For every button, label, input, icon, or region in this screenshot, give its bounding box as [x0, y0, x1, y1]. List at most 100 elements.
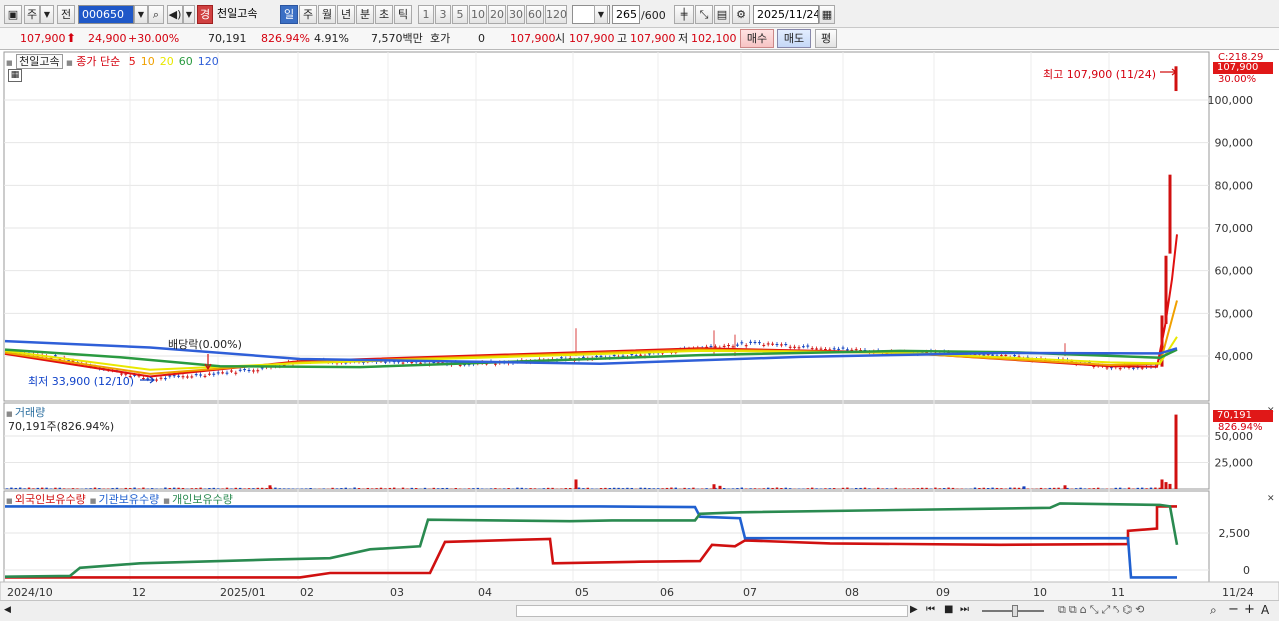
volume-bar	[991, 487, 994, 489]
volume-bar	[252, 488, 255, 489]
volume-bar	[41, 487, 44, 489]
sell-button[interactable]: 매도	[777, 29, 811, 48]
volume-bar	[868, 488, 871, 489]
chart-area[interactable]: ✕✕100,00090,00080,00070,00060,00050,0004…	[0, 51, 1279, 601]
period-2-button[interactable]: 월	[318, 5, 336, 24]
legend-ma-20[interactable]: 20	[160, 55, 174, 68]
volume-bar	[938, 488, 941, 489]
interval-5-button[interactable]: 5	[452, 5, 468, 24]
chart-canvas[interactable]: ✕✕100,00090,00080,00070,00060,00050,0004…	[0, 51, 1279, 601]
volume-bar	[371, 488, 374, 489]
market-type-select[interactable]: 주	[24, 5, 40, 24]
candle-body	[256, 370, 260, 372]
interval-3-button[interactable]: 3	[435, 5, 451, 24]
scrollbar-thumb[interactable]	[516, 605, 908, 617]
holding-legend-0[interactable]: 외국인보유수량	[15, 493, 86, 506]
fast-forward-icon[interactable]: ⏭	[960, 604, 969, 615]
volume-bar	[841, 487, 845, 489]
period-5-button[interactable]: 초	[375, 5, 393, 24]
volume-bar	[268, 485, 272, 489]
volume-bar	[533, 488, 537, 489]
legend-ma-10[interactable]: 10	[141, 55, 155, 68]
interval-10-button[interactable]: 10	[469, 5, 487, 24]
period-3-button[interactable]: 년	[337, 5, 355, 24]
candle-body	[1132, 367, 1135, 369]
prev-button[interactable]: 전	[57, 5, 75, 24]
holding-legend-2[interactable]: 개인보유수량	[172, 493, 233, 506]
interval-30-button[interactable]: 30	[507, 5, 525, 24]
candle-body	[1000, 355, 1003, 357]
candle-body	[155, 379, 158, 381]
average-button[interactable]: 평	[815, 29, 837, 48]
candle-body	[159, 377, 163, 379]
play-icon[interactable]: ▶	[910, 604, 918, 615]
candle-body	[599, 355, 603, 357]
volume-tick-label: 25,000	[1215, 457, 1254, 470]
x-tick-label: 2025/01	[220, 586, 266, 599]
volume-bar	[564, 488, 567, 489]
buy-button[interactable]: 매수	[740, 29, 774, 48]
candle-body	[225, 372, 229, 374]
volume-bar	[1160, 479, 1164, 489]
chevron-down-icon[interactable]: ▼	[134, 5, 148, 24]
price-tick-label: 40,000	[1215, 350, 1254, 363]
zoom-slider-handle[interactable]	[1012, 605, 1018, 617]
zoom-out-icon[interactable]: −	[1228, 602, 1239, 617]
volume-bar	[19, 487, 22, 489]
volume-bar	[833, 488, 836, 489]
period-1-button[interactable]: 주	[299, 5, 317, 24]
volume-bar	[472, 488, 475, 489]
x-tick-label: 04	[478, 586, 492, 599]
save-icon[interactable]: ▤	[714, 5, 730, 24]
interval-1-button[interactable]: 1	[418, 5, 434, 24]
candle-body	[819, 348, 823, 350]
chevron-down-icon[interactable]: ▼	[40, 5, 54, 24]
legend-ma-5[interactable]: 5	[129, 55, 136, 68]
zoom-in-icon[interactable]: +	[1244, 602, 1255, 617]
period-4-button[interactable]: 분	[356, 5, 374, 24]
legend-ma-120[interactable]: 120	[198, 55, 219, 68]
period-0-button[interactable]: 일	[280, 5, 298, 24]
volume-bar	[27, 487, 31, 489]
interval-120-button[interactable]: 120	[545, 5, 567, 24]
stock-code-input[interactable]: 000650	[78, 5, 134, 24]
holding-legend-1[interactable]: 기관보유수량	[99, 493, 160, 506]
gear-icon[interactable]: ⚙	[732, 5, 750, 24]
period-6-button[interactable]: 틱	[394, 5, 412, 24]
candle-type-icon[interactable]: ╪	[674, 5, 694, 24]
scroll-left-icon[interactable]: ◀	[4, 605, 11, 615]
volume-bar	[665, 487, 669, 489]
line-tool-icon[interactable]: ⤡	[695, 5, 713, 24]
main-toolbar: ▣ 주 ▼ 전 000650 ▼ ⌕ ◀) ▼ 경 천일고속 일주월년분초틱 1…	[0, 0, 1279, 28]
volume-bar	[811, 487, 814, 489]
interval-60-button[interactable]: 60	[526, 5, 544, 24]
rewind-icon[interactable]: ⏮	[926, 604, 935, 615]
table-icon[interactable]: ▦	[8, 69, 22, 82]
high-price: 107,900	[630, 32, 676, 45]
magnifier-icon[interactable]: ⌕	[1210, 603, 1217, 618]
search-icon[interactable]: ⌕	[148, 5, 164, 24]
date-input[interactable]: 2025/11/24	[753, 5, 819, 24]
volume-bar	[353, 487, 356, 489]
window-menu-icon[interactable]: ▣	[4, 5, 22, 24]
candle-body	[1105, 367, 1109, 369]
volume-bar	[111, 488, 114, 489]
volume-bar	[1039, 487, 1043, 489]
drawing-tools-icon[interactable]: ⧉⧉⌂⤡⤢⤣⌬⟲	[1058, 603, 1147, 617]
calendar-icon[interactable]: ▦	[819, 5, 835, 24]
chevron-down-icon[interactable]: ▼	[183, 5, 195, 24]
speaker-icon[interactable]: ◀)	[167, 5, 183, 24]
chevron-down-icon[interactable]: ▼	[594, 5, 608, 24]
volume-bar	[894, 487, 897, 489]
volume-bar	[1136, 487, 1139, 489]
stop-icon[interactable]: ■	[944, 604, 953, 615]
legend-ma-60[interactable]: 60	[179, 55, 193, 68]
volume-bar	[181, 487, 185, 489]
price-tick-label: 60,000	[1215, 265, 1254, 278]
legend-stock-name[interactable]: 천일고속	[16, 54, 63, 69]
text-tool-icon[interactable]: A	[1261, 603, 1269, 617]
volume-bar	[670, 487, 673, 489]
count-input[interactable]: 265	[612, 5, 640, 24]
interval-20-button[interactable]: 20	[488, 5, 506, 24]
volume-bar	[379, 487, 383, 489]
